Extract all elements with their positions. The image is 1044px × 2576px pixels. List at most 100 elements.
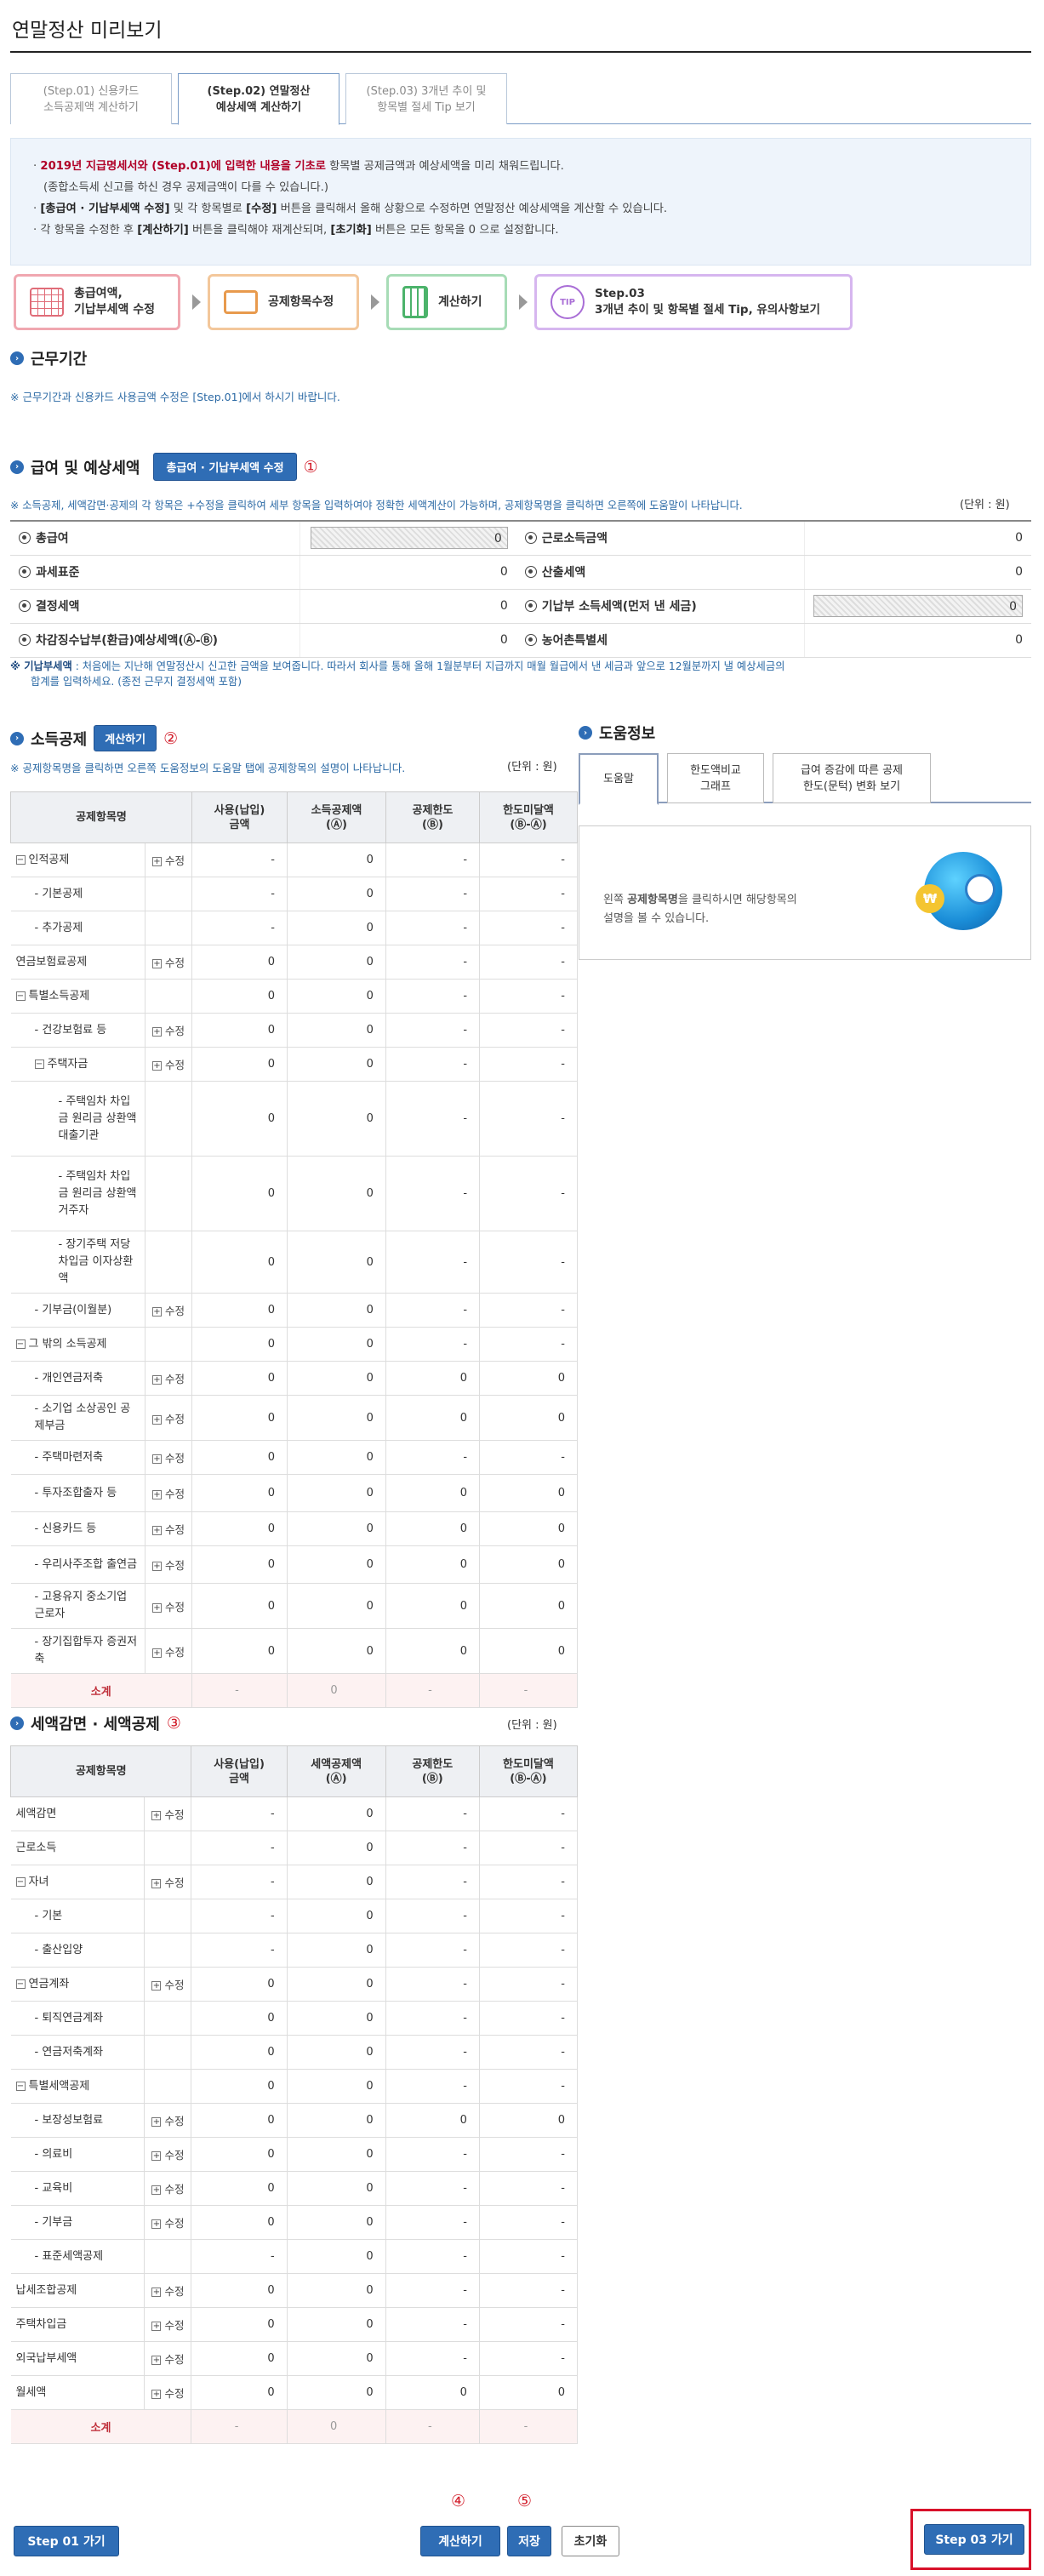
edit-button[interactable]: 수정 bbox=[165, 1488, 185, 1500]
row-item-name[interactable]: - 건강보험료 등 bbox=[10, 1013, 145, 1048]
collapse-icon[interactable]: − bbox=[15, 1979, 26, 1989]
row-item-name[interactable]: - 퇴직연금계좌 bbox=[10, 2001, 145, 2036]
edit-cell[interactable]: + 수정 bbox=[144, 1967, 192, 2002]
edit-button[interactable]: 수정 bbox=[165, 1059, 185, 1071]
collapse-icon[interactable]: − bbox=[15, 854, 26, 865]
edit-button[interactable]: 수정 bbox=[165, 1305, 185, 1317]
edit-cell[interactable]: + 수정 bbox=[145, 1013, 192, 1048]
edit-button[interactable]: 수정 bbox=[164, 1808, 184, 1821]
step03-button[interactable]: Step 03 가기 bbox=[924, 2524, 1024, 2555]
row-item-name[interactable]: − 특별세액공제 bbox=[10, 2069, 145, 2104]
edit-button[interactable]: 수정 bbox=[165, 1373, 185, 1385]
row-item-name[interactable]: - 장기주택 저당차입금 이자상환액 bbox=[10, 1231, 145, 1294]
edit-cell[interactable]: + 수정 bbox=[144, 2341, 192, 2376]
row-item-name[interactable]: - 보장성보험료 bbox=[10, 2103, 145, 2138]
edit-button[interactable]: 수정 bbox=[165, 854, 185, 867]
flow-step03-tip[interactable]: TIP Step.03 3개년 추이 및 항목별 절세 Tip, 유의사항보기 bbox=[534, 274, 853, 330]
tab-step01[interactable]: (Step.01) 신용카드 소득공제액 계산하기 bbox=[10, 73, 172, 124]
row-item-name[interactable]: - 주택임차 차입금 원리금 상환액 대출기관 bbox=[10, 1081, 145, 1157]
row-item-name[interactable]: - 장기집합투자 증권저축 bbox=[10, 1628, 145, 1674]
row-item-name[interactable]: − 자녀 bbox=[10, 1865, 145, 1899]
edit-cell[interactable]: + 수정 bbox=[145, 1545, 192, 1584]
tab-threshold-change[interactable]: 급여 증감에 따른 공제 한도(문턱) 변화 보기 bbox=[773, 753, 931, 803]
tab-limit-graph[interactable]: 한도액비교 그래프 bbox=[667, 753, 764, 803]
row-item-name[interactable]: − 특별소득공제 bbox=[10, 979, 145, 1014]
row-item-name[interactable]: 주택차입금 bbox=[10, 2307, 145, 2342]
tab-step03[interactable]: (Step.03) 3개년 추이 및 항목별 절세 Tip 보기 bbox=[345, 73, 507, 124]
row-item-name[interactable]: - 기부금(이월분) bbox=[10, 1293, 145, 1328]
edit-cell[interactable]: + 수정 bbox=[144, 1865, 192, 1899]
row-item-name[interactable]: − 주택자금 bbox=[10, 1047, 145, 1082]
edit-cell[interactable]: + 수정 bbox=[145, 1474, 192, 1512]
row-item-name[interactable]: - 연금저축계좌 bbox=[10, 2035, 145, 2070]
row-item-name[interactable]: - 투자조합출자 등 bbox=[10, 1474, 145, 1512]
edit-cell[interactable]: + 수정 bbox=[144, 2205, 192, 2240]
row-item-name[interactable]: - 출산입양 bbox=[10, 1933, 145, 1968]
row-item-name[interactable]: - 의료비 bbox=[10, 2137, 145, 2172]
edit-cell[interactable]: + 수정 bbox=[144, 2307, 192, 2342]
save-button[interactable]: 저장 bbox=[507, 2526, 551, 2556]
collapse-icon[interactable]: − bbox=[15, 1876, 26, 1887]
row-item-name[interactable]: − 그 밖의 소득공제 bbox=[10, 1327, 145, 1362]
collapse-icon[interactable]: − bbox=[34, 1059, 44, 1069]
edit-button[interactable]: 수정 bbox=[164, 1876, 184, 1889]
row-item-name[interactable]: - 주택마련저축 bbox=[10, 1440, 145, 1475]
row-item-name[interactable]: 근로소득 bbox=[10, 1831, 145, 1865]
collapse-icon[interactable]: − bbox=[15, 991, 26, 1001]
edit-button[interactable]: 수정 bbox=[164, 2217, 184, 2230]
edit-button[interactable]: 수정 bbox=[164, 2387, 184, 2400]
edit-cell[interactable]: + 수정 bbox=[145, 1583, 192, 1629]
edit-button[interactable]: 수정 bbox=[165, 1559, 185, 1572]
edit-button[interactable]: 수정 bbox=[164, 1979, 184, 1991]
row-item-name[interactable]: - 표준세액공제 bbox=[10, 2239, 145, 2274]
row-item-name[interactable]: - 소기업 소상공인 공제부금 bbox=[10, 1395, 145, 1441]
row-item-name[interactable]: − 연금계좌 bbox=[10, 1967, 145, 2002]
reset-button[interactable]: 초기화 bbox=[562, 2526, 619, 2556]
edit-button[interactable]: 수정 bbox=[164, 2353, 184, 2366]
edit-button[interactable]: 수정 bbox=[165, 1523, 185, 1536]
edit-button[interactable]: 수정 bbox=[165, 1646, 185, 1659]
edit-cell[interactable]: + 수정 bbox=[145, 842, 192, 877]
edit-button[interactable]: 수정 bbox=[164, 2285, 184, 2298]
row-item-name[interactable]: - 기부금 bbox=[10, 2205, 145, 2240]
edit-button[interactable]: 수정 bbox=[165, 1413, 185, 1425]
row-item-name[interactable]: 월세액 bbox=[10, 2375, 145, 2410]
edit-button[interactable]: 수정 bbox=[165, 1452, 185, 1465]
row-item-name[interactable]: 외국납부세액 bbox=[10, 2341, 145, 2376]
edit-cell[interactable]: + 수정 bbox=[144, 2171, 192, 2206]
row-item-name[interactable]: 납세조합공제 bbox=[10, 2273, 145, 2308]
edit-button[interactable]: 수정 bbox=[165, 1601, 185, 1614]
edit-cell[interactable]: + 수정 bbox=[145, 1395, 192, 1441]
collapse-icon[interactable]: − bbox=[15, 2081, 26, 2091]
row-item-name[interactable]: - 주택임차 차입금 원리금 상환액 거주자 bbox=[10, 1156, 145, 1231]
edit-cell[interactable]: + 수정 bbox=[145, 1511, 192, 1546]
row-item-name[interactable]: - 고용유지 중소기업 근로자 bbox=[10, 1583, 145, 1629]
step01-button[interactable]: Step 01 가기 bbox=[14, 2526, 119, 2556]
edit-salary-button[interactable]: 총급여 · 기납부세액 수정 bbox=[153, 453, 297, 481]
edit-cell[interactable]: + 수정 bbox=[145, 1047, 192, 1082]
edit-cell[interactable]: + 수정 bbox=[145, 1361, 192, 1396]
edit-cell[interactable]: + 수정 bbox=[144, 2273, 192, 2308]
edit-cell[interactable]: + 수정 bbox=[144, 1796, 192, 1831]
edit-cell[interactable]: + 수정 bbox=[145, 1293, 192, 1328]
edit-button[interactable]: 수정 bbox=[164, 2149, 184, 2162]
edit-cell[interactable]: + 수정 bbox=[144, 2375, 192, 2410]
tab-help[interactable]: 도움말 bbox=[579, 753, 659, 805]
row-item-name[interactable]: - 기본공제 bbox=[10, 877, 145, 911]
row-item-name[interactable]: - 신용카드 등 bbox=[10, 1511, 145, 1546]
row-item-name[interactable]: - 추가공제 bbox=[10, 911, 145, 945]
row-item-name[interactable]: 세액감면 bbox=[10, 1796, 145, 1831]
edit-button[interactable]: 수정 bbox=[164, 2115, 184, 2128]
row-item-name[interactable]: - 개인연금저축 bbox=[10, 1361, 145, 1396]
edit-cell[interactable]: + 수정 bbox=[145, 1440, 192, 1475]
edit-button[interactable]: 수정 bbox=[165, 957, 185, 969]
edit-cell[interactable]: + 수정 bbox=[145, 1628, 192, 1674]
income-calc-button[interactable]: 계산하기 bbox=[94, 725, 157, 751]
row-item-name[interactable]: - 우리사주조합 출연금 bbox=[10, 1545, 145, 1584]
collapse-icon[interactable]: − bbox=[15, 1339, 26, 1349]
edit-cell[interactable]: + 수정 bbox=[144, 2137, 192, 2172]
row-item-name[interactable]: - 교육비 bbox=[10, 2171, 145, 2206]
row-item-name[interactable]: 연금보험료공제 bbox=[10, 945, 145, 980]
calculate-button[interactable]: 계산하기 bbox=[420, 2526, 500, 2556]
edit-button[interactable]: 수정 bbox=[165, 1025, 185, 1037]
